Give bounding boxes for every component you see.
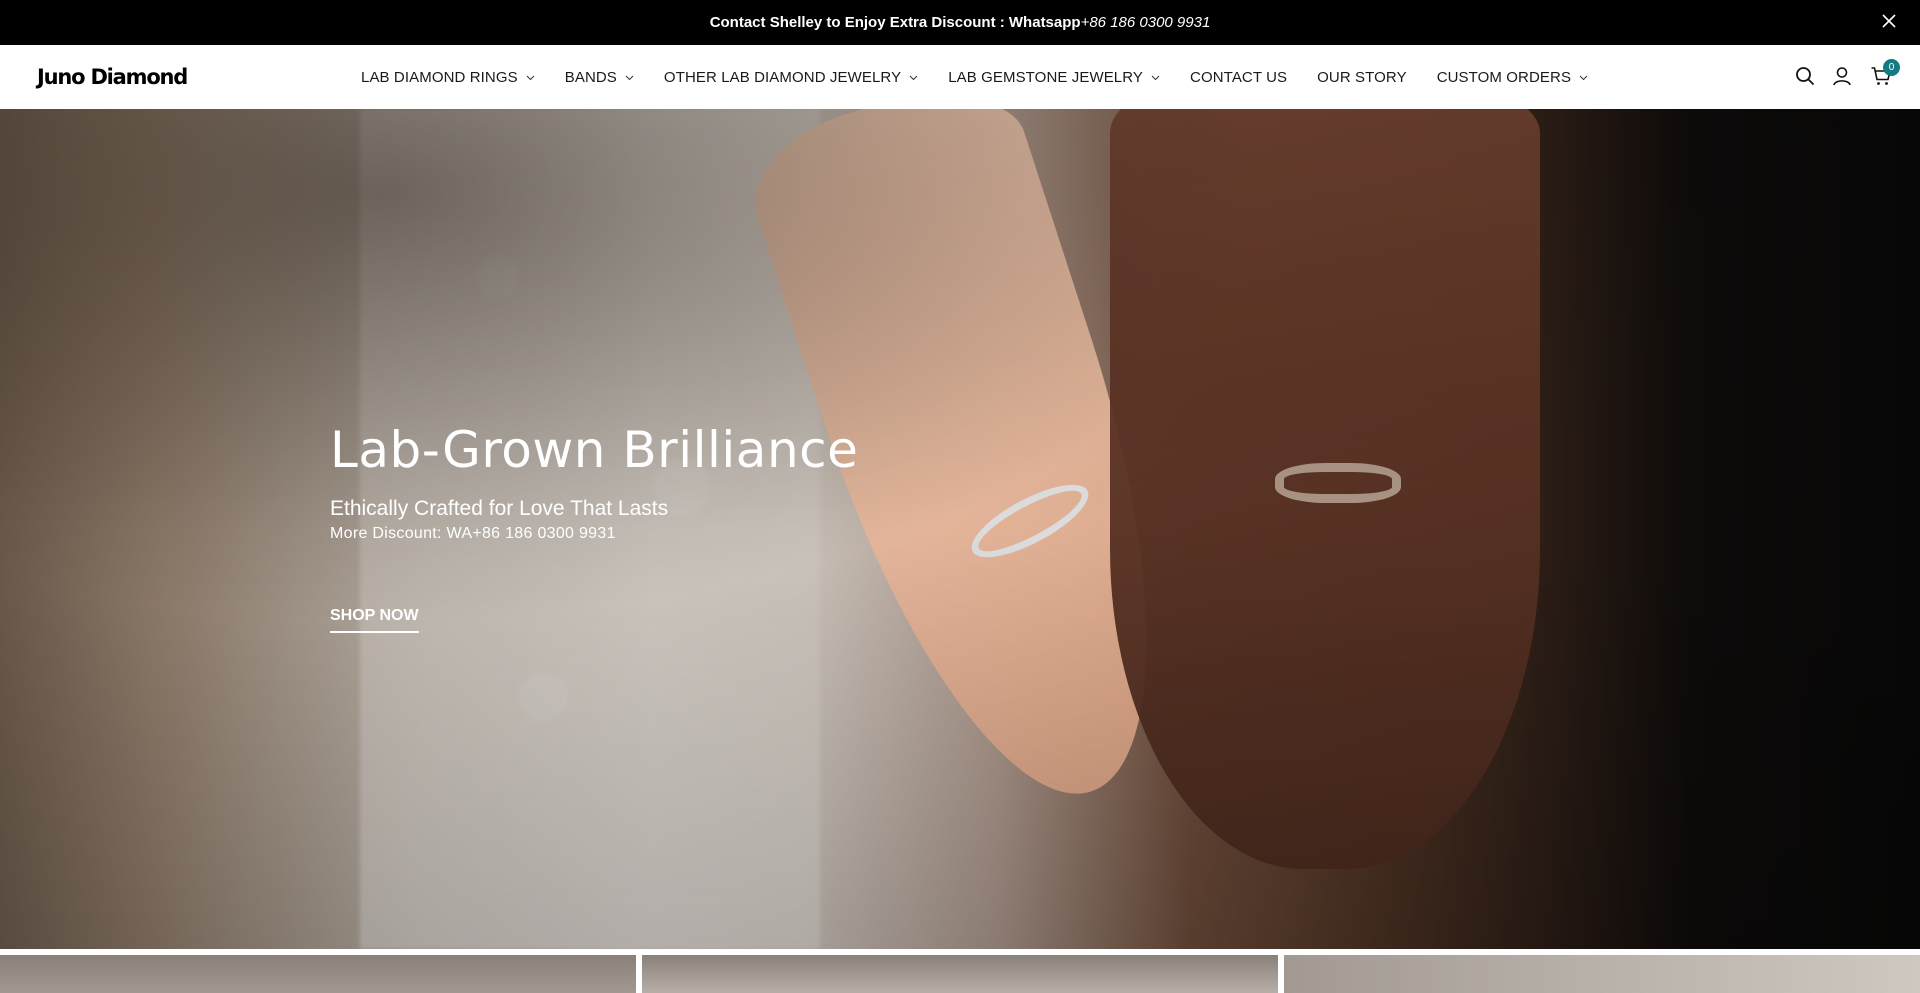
nav-item-label: CONTACT US <box>1190 68 1288 86</box>
cart-count-badge: 0 <box>1883 59 1900 76</box>
nav-item-our-story[interactable]: OUR STORY <box>1317 69 1407 86</box>
chevron-down-icon <box>909 73 918 82</box>
chevron-down-icon <box>1151 73 1160 82</box>
hero-subtitle: Ethically Crafted for Love That Lasts <box>330 497 669 520</box>
announcement-phone[interactable]: +86 186 0300 9931 <box>1081 14 1211 31</box>
nav-item-bands[interactable]: BANDS <box>565 69 634 86</box>
hero-text: Lab-Grown Brilliance Ethically Crafted f… <box>330 421 858 543</box>
nav-item-label: BANDS <box>564 68 617 86</box>
collection-tile[interactable] <box>1284 955 1920 993</box>
chevron-down-icon <box>526 73 535 82</box>
site-header: Juno Diamond LAB DIAMOND RINGS BANDS OTH… <box>0 45 1920 109</box>
close-icon[interactable] <box>1878 10 1900 32</box>
hero-overlay <box>0 109 1920 949</box>
nav-item-label: CUSTOM ORDERS <box>1436 68 1572 86</box>
chevron-down-icon <box>625 73 634 82</box>
logo[interactable]: Juno Diamond <box>37 65 188 89</box>
collection-tiles <box>0 955 1920 993</box>
nav-item-label: LAB DIAMOND RINGS <box>361 68 518 86</box>
collection-tile[interactable] <box>642 955 1278 993</box>
chevron-down-icon <box>1579 73 1588 82</box>
announcement-bar: Contact Shelley to Enjoy Extra Discount … <box>0 0 1920 45</box>
nav-item-label: OTHER LAB DIAMOND JEWELRY <box>663 68 902 86</box>
nav-item-custom-orders[interactable]: CUSTOM ORDERS <box>1437 69 1588 86</box>
nav-item-lab-gemstone-jewelry[interactable]: LAB GEMSTONE JEWELRY <box>948 69 1160 86</box>
main-nav: LAB DIAMOND RINGS BANDS OTHER LAB DIAMON… <box>361 45 1618 109</box>
nav-item-label: OUR STORY <box>1317 68 1407 86</box>
nav-item-other-lab-diamond-jewelry[interactable]: OTHER LAB DIAMOND JEWELRY <box>664 69 918 86</box>
nav-item-lab-diamond-rings[interactable]: LAB DIAMOND RINGS <box>361 69 535 86</box>
shop-now-button[interactable]: SHOP NOW <box>330 607 419 633</box>
nav-item-label: LAB GEMSTONE JEWELRY <box>948 68 1144 86</box>
hero-discount-text: More Discount: WA+86 186 0300 9931 <box>330 525 616 542</box>
nav-item-contact-us[interactable]: CONTACT US <box>1190 69 1287 86</box>
hero-banner: Lab-Grown Brilliance Ethically Crafted f… <box>0 109 1920 949</box>
search-icon[interactable] <box>1794 65 1818 89</box>
account-icon[interactable] <box>1831 65 1855 89</box>
collection-tile[interactable] <box>0 955 636 993</box>
header-tools: 0 <box>1760 45 1920 109</box>
hero-title: Lab-Grown Brilliance <box>330 421 859 479</box>
announcement-text: Contact Shelley to Enjoy Extra Discount … <box>709 14 1081 31</box>
